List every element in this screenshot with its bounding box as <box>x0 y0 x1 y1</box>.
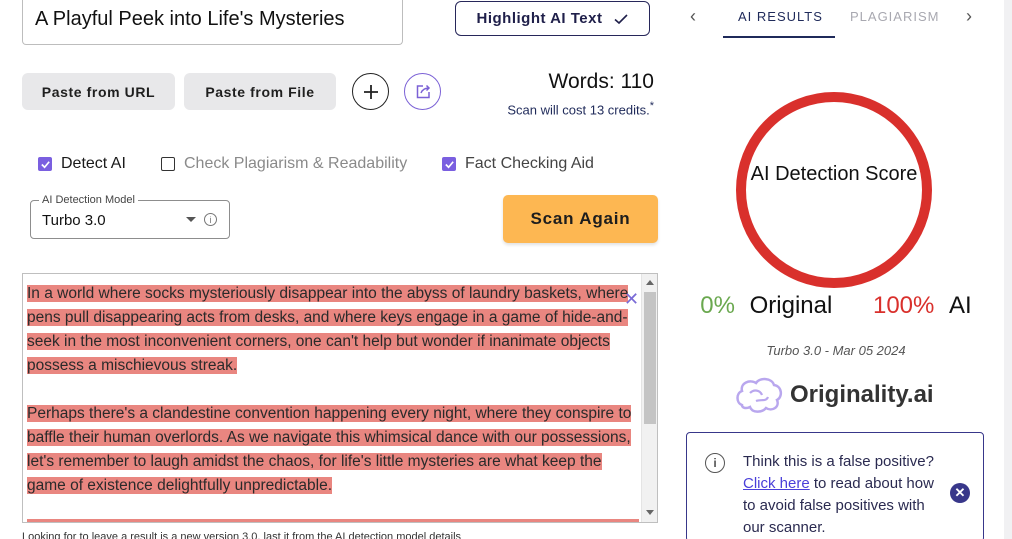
original-label: Original <box>749 292 833 319</box>
paste-from-url-button[interactable]: Paste from URL <box>22 73 175 110</box>
chevron-left-icon[interactable]: ‹ <box>690 6 696 27</box>
close-icon[interactable]: ✕ <box>950 483 970 503</box>
model-date: Turbo 3.0 - Mar 05 2024 <box>766 343 906 358</box>
page-edge <box>1004 0 1012 539</box>
scroll-down-icon[interactable] <box>646 510 654 515</box>
tab-plagiarism[interactable]: PLAGIARISM <box>850 9 939 24</box>
highlight-ai-text-label: Highlight AI Text <box>476 10 603 27</box>
checkmark-icon <box>40 160 50 168</box>
results-panel: ‹ AI RESULTS PLAGIARISM › AI Detection S… <box>668 0 1004 539</box>
ai-detection-model-select[interactable]: AI Detection Model Turbo 3.0 i <box>30 194 230 239</box>
check-plagiarism-label: Check Plagiarism & Readability <box>184 155 408 172</box>
model-select-value: Turbo 3.0 <box>42 212 106 229</box>
app-window: A Playful Peek into Life's Mysteries Hig… <box>0 0 1012 539</box>
ai-highlighted-text <box>27 519 639 522</box>
score-label: AI Detection Score <box>750 163 918 185</box>
editor-scrollbar[interactable] <box>641 274 657 522</box>
share-button[interactable] <box>404 73 441 110</box>
close-icon[interactable]: ✕ <box>624 290 639 308</box>
editor-content[interactable]: In a world where socks mysteriously disa… <box>27 282 639 522</box>
active-tab-indicator <box>723 36 835 38</box>
document-title-input[interactable]: A Playful Peek into Life's Mysteries <box>22 0 403 45</box>
notice-text: Think this is a false positive? Click he… <box>743 451 943 539</box>
info-icon[interactable]: i <box>204 213 217 226</box>
fact-checking-label: Fact Checking Aid <box>465 155 594 172</box>
detect-ai-option[interactable]: Detect AI <box>38 155 126 173</box>
click-here-link[interactable]: Click here <box>743 475 810 492</box>
share-icon <box>416 84 430 98</box>
highlight-ai-text-button[interactable]: Highlight AI Text <box>455 1 650 36</box>
score-breakdown: 0% Original 100% AI <box>668 292 1004 320</box>
scan-cost-mark: * <box>649 100 654 112</box>
ai-label: AI <box>949 292 972 319</box>
brand-logo: Originality.ai <box>734 375 934 415</box>
ai-percent: 100% <box>872 292 935 319</box>
paragraph: In a world where socks mysteriously disa… <box>27 282 639 378</box>
brand-name: Originality.ai <box>790 381 934 408</box>
chevron-right-icon[interactable]: › <box>966 6 972 27</box>
check-plagiarism-option[interactable]: Check Plagiarism & Readability <box>161 155 407 173</box>
text-editor[interactable]: In a world where socks mysteriously disa… <box>22 273 658 523</box>
caret-down-icon <box>186 217 196 222</box>
scroll-up-icon[interactable] <box>646 280 654 285</box>
detect-ai-checkbox[interactable] <box>38 157 52 171</box>
add-button[interactable] <box>352 73 389 110</box>
paragraph: Perhaps there's a clandestine convention… <box>27 402 639 498</box>
scan-cost-text: Scan will cost 13 credits. <box>507 102 650 118</box>
editor-panel: A Playful Peek into Life's Mysteries Hig… <box>0 0 668 539</box>
notice-text-before: Think this is a false positive? <box>743 453 934 470</box>
fact-checking-checkbox[interactable] <box>442 157 456 171</box>
checkmark-icon <box>444 160 454 168</box>
ai-highlighted-text: In a world where socks mysteriously disa… <box>27 285 629 374</box>
original-percent: 0% <box>700 292 735 319</box>
ai-highlighted-text: Perhaps there's a clandestine convention… <box>27 405 632 494</box>
info-icon: i <box>705 453 725 473</box>
model-select-label: AI Detection Model <box>39 194 138 206</box>
scan-again-button[interactable]: Scan Again <box>503 195 658 243</box>
word-count: Words: 110 <box>548 70 654 93</box>
scrollbar-thumb[interactable] <box>644 292 656 424</box>
tab-ai-results[interactable]: AI RESULTS <box>738 9 823 24</box>
check-plagiarism-checkbox[interactable] <box>161 157 175 171</box>
plus-icon <box>363 84 378 99</box>
scan-cost: Scan will cost 13 credits.* <box>440 100 654 117</box>
fact-checking-option[interactable]: Fact Checking Aid <box>442 155 594 173</box>
footnote: Looking for to leave a result is a new v… <box>22 531 462 539</box>
ai-score-ring: AI Detection Score <box>736 92 932 288</box>
checkmark-icon <box>613 13 628 24</box>
detect-ai-label: Detect AI <box>61 155 126 172</box>
brain-logo-icon <box>736 377 783 413</box>
false-positive-notice: i Think this is a false positive? Click … <box>686 432 984 539</box>
paste-from-file-button[interactable]: Paste from File <box>184 73 336 110</box>
